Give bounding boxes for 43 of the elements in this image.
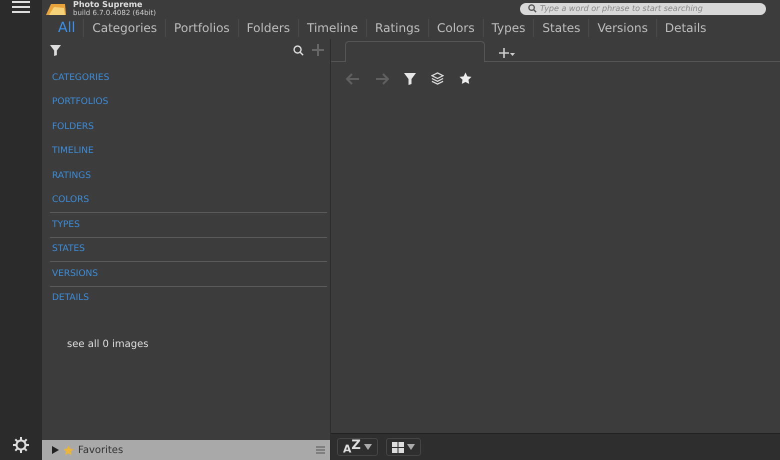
favorites-bar[interactable]: Favorites bbox=[42, 440, 330, 460]
tab[interactable]: Details bbox=[656, 21, 714, 35]
star-icon[interactable] bbox=[459, 72, 472, 85]
layers-icon[interactable] bbox=[431, 72, 444, 85]
tab[interactable]: Folders bbox=[238, 21, 298, 35]
tab[interactable]: Ratings bbox=[367, 21, 428, 35]
section-link[interactable]: DETAILS bbox=[50, 293, 89, 304]
filter-icon[interactable] bbox=[50, 44, 61, 56]
app-title: Photo Supreme bbox=[73, 0, 144, 8]
tab[interactable]: Colors bbox=[429, 21, 483, 35]
section-link[interactable]: RATINGS bbox=[50, 170, 91, 181]
tab[interactable]: All bbox=[50, 20, 84, 36]
see-all-link[interactable]: see all 0 images bbox=[67, 339, 148, 350]
section-link[interactable]: FOLDERS bbox=[50, 122, 94, 132]
menu-icon[interactable] bbox=[12, 1, 30, 13]
favorites-label: Favorites bbox=[78, 444, 124, 456]
view-mode-button[interactable] bbox=[386, 438, 421, 456]
section-link[interactable]: CATEGORIES bbox=[50, 72, 110, 83]
section-link[interactable]: COLORS bbox=[50, 195, 90, 206]
logo-icon bbox=[45, 2, 67, 16]
search-icon[interactable] bbox=[293, 44, 304, 56]
tab[interactable]: Categories bbox=[84, 21, 166, 35]
sort-button[interactable]: $_{A}$Z bbox=[337, 438, 378, 456]
grid-icon bbox=[392, 442, 404, 452]
tab[interactable]: Timeline bbox=[299, 21, 366, 35]
filter-icon[interactable] bbox=[404, 72, 416, 84]
section-link[interactable]: TYPES bbox=[50, 220, 80, 230]
search-icon bbox=[528, 4, 537, 13]
section-link[interactable]: VERSIONS bbox=[50, 268, 98, 279]
tab[interactable]: Types bbox=[484, 21, 534, 35]
caret-icon bbox=[406, 444, 415, 450]
star-icon bbox=[63, 444, 74, 456]
section-link[interactable]: STATES bbox=[50, 244, 85, 254]
add-tab-button[interactable] bbox=[499, 48, 515, 59]
expand-arrow-icon[interactable] bbox=[52, 446, 59, 454]
section-link[interactable]: TIMELINE bbox=[50, 146, 94, 156]
settings-icon[interactable] bbox=[12, 436, 30, 454]
caret-icon bbox=[364, 444, 372, 450]
section-link[interactable]: PORTFOLIOS bbox=[50, 97, 108, 108]
tab[interactable]: States bbox=[534, 21, 588, 35]
tab[interactable]: Portfolios bbox=[166, 21, 238, 35]
tab[interactable]: Versions bbox=[589, 21, 656, 35]
search-field[interactable]: Type a word or phrase to start searching bbox=[520, 2, 766, 14]
